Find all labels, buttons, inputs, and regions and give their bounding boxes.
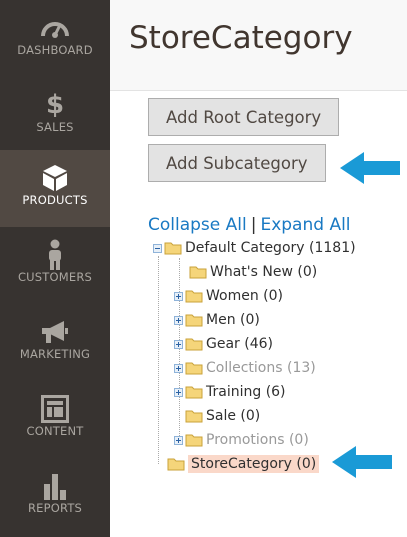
folder-icon	[185, 409, 203, 423]
tree-node-label: StoreCategory (0)	[188, 455, 320, 473]
tree-node-promotions[interactable]: Promotions (0)	[174, 430, 309, 450]
expand-toggle-icon[interactable]	[174, 387, 183, 397]
page-header: StoreCategory	[110, 0, 407, 91]
folder-icon	[185, 385, 203, 399]
person-icon	[0, 239, 110, 270]
expand-all-link[interactable]: Expand All	[260, 215, 350, 235]
dashboard-icon	[0, 14, 110, 42]
nav-marketing[interactable]: MARKETING	[0, 304, 110, 381]
nav-dashboard-label: DASHBOARD	[17, 43, 93, 57]
expand-toggle-icon[interactable]	[174, 339, 183, 349]
add-root-category-button[interactable]: Add Root Category	[148, 98, 340, 136]
expand-toggle-icon[interactable]	[174, 315, 183, 325]
folder-icon	[167, 457, 185, 471]
collapse-all-link[interactable]: Collapse All	[148, 215, 247, 235]
nav-customers[interactable]: CUSTOMERS	[0, 227, 110, 304]
arrow-pointer-icon	[332, 446, 392, 478]
tree-links: Collapse All | Expand All	[148, 215, 351, 235]
nav-reports[interactable]: REPORTS	[0, 458, 110, 535]
tree-node-label: What's New (0)	[210, 264, 318, 280]
folder-icon	[185, 289, 203, 303]
nav-products[interactable]: PRODUCTS	[0, 150, 110, 227]
main-content: StoreCategory Add Root Category Add Subc…	[110, 0, 407, 537]
folder-icon	[189, 265, 207, 279]
expand-toggle-icon[interactable]	[174, 291, 183, 301]
collapse-toggle-icon[interactable]	[153, 243, 162, 253]
folder-open-icon	[164, 241, 182, 255]
tree-node-label: Women (0)	[206, 288, 283, 304]
nav-sales[interactable]: $ SALES	[0, 77, 110, 154]
folder-icon	[185, 337, 203, 351]
tree-node-men[interactable]: Men (0)	[174, 310, 260, 330]
tree-node-label: Collections (13)	[206, 360, 316, 376]
admin-sidebar: DASHBOARD $ SALES PRODUCTS CUSTOMERS MAR…	[0, 0, 110, 537]
nav-reports-label: REPORTS	[27, 501, 83, 515]
tree-node-label: Sale (0)	[206, 408, 261, 424]
tree-node-whats-new[interactable]: What's New (0)	[189, 262, 317, 282]
nav-sales-label: SALES	[36, 120, 74, 134]
expand-toggle-icon[interactable]	[174, 435, 183, 445]
tree-node-default-category[interactable]: Default Category (1181)	[153, 238, 356, 258]
expand-toggle-icon[interactable]	[174, 363, 183, 373]
tree-node-label: Men (0)	[206, 312, 260, 328]
add-subcategory-button[interactable]: Add Subcategory	[148, 144, 326, 182]
arrow-pointer-icon	[340, 152, 400, 184]
nav-dashboard[interactable]: DASHBOARD	[0, 0, 110, 77]
folder-icon	[185, 433, 203, 447]
nav-marketing-label: MARKETING	[19, 347, 91, 361]
nav-content-label: CONTENT	[26, 424, 84, 438]
megaphone-icon	[0, 318, 110, 346]
nav-content[interactable]: CONTENT	[0, 381, 110, 458]
folder-icon	[185, 313, 203, 327]
tree-node-collections[interactable]: Collections (13)	[174, 358, 316, 378]
links-separator: |	[250, 215, 257, 235]
tree-node-gear[interactable]: Gear (46)	[174, 334, 273, 354]
bar-chart-icon	[0, 472, 110, 500]
folder-icon	[185, 361, 203, 375]
tree-node-label: Training (6)	[206, 384, 286, 400]
layout-icon	[0, 395, 110, 423]
tree-node-training[interactable]: Training (6)	[174, 382, 286, 402]
tree-node-label: Default Category (1181)	[185, 240, 356, 256]
tree-node-label: Gear (46)	[206, 336, 273, 352]
nav-customers-label: CUSTOMERS	[17, 270, 93, 284]
tree-line	[158, 256, 159, 464]
tree-node-label: Promotions (0)	[206, 432, 309, 448]
tree-node-sale[interactable]: Sale (0)	[185, 406, 260, 426]
dollar-icon: $	[45, 90, 65, 120]
page-title: StoreCategory	[129, 20, 353, 56]
tree-node-women[interactable]: Women (0)	[174, 286, 283, 306]
tree-node-storecategory[interactable]: StoreCategory (0)	[167, 454, 320, 474]
box-icon	[0, 164, 110, 192]
nav-products-label: PRODUCTS	[22, 193, 88, 207]
